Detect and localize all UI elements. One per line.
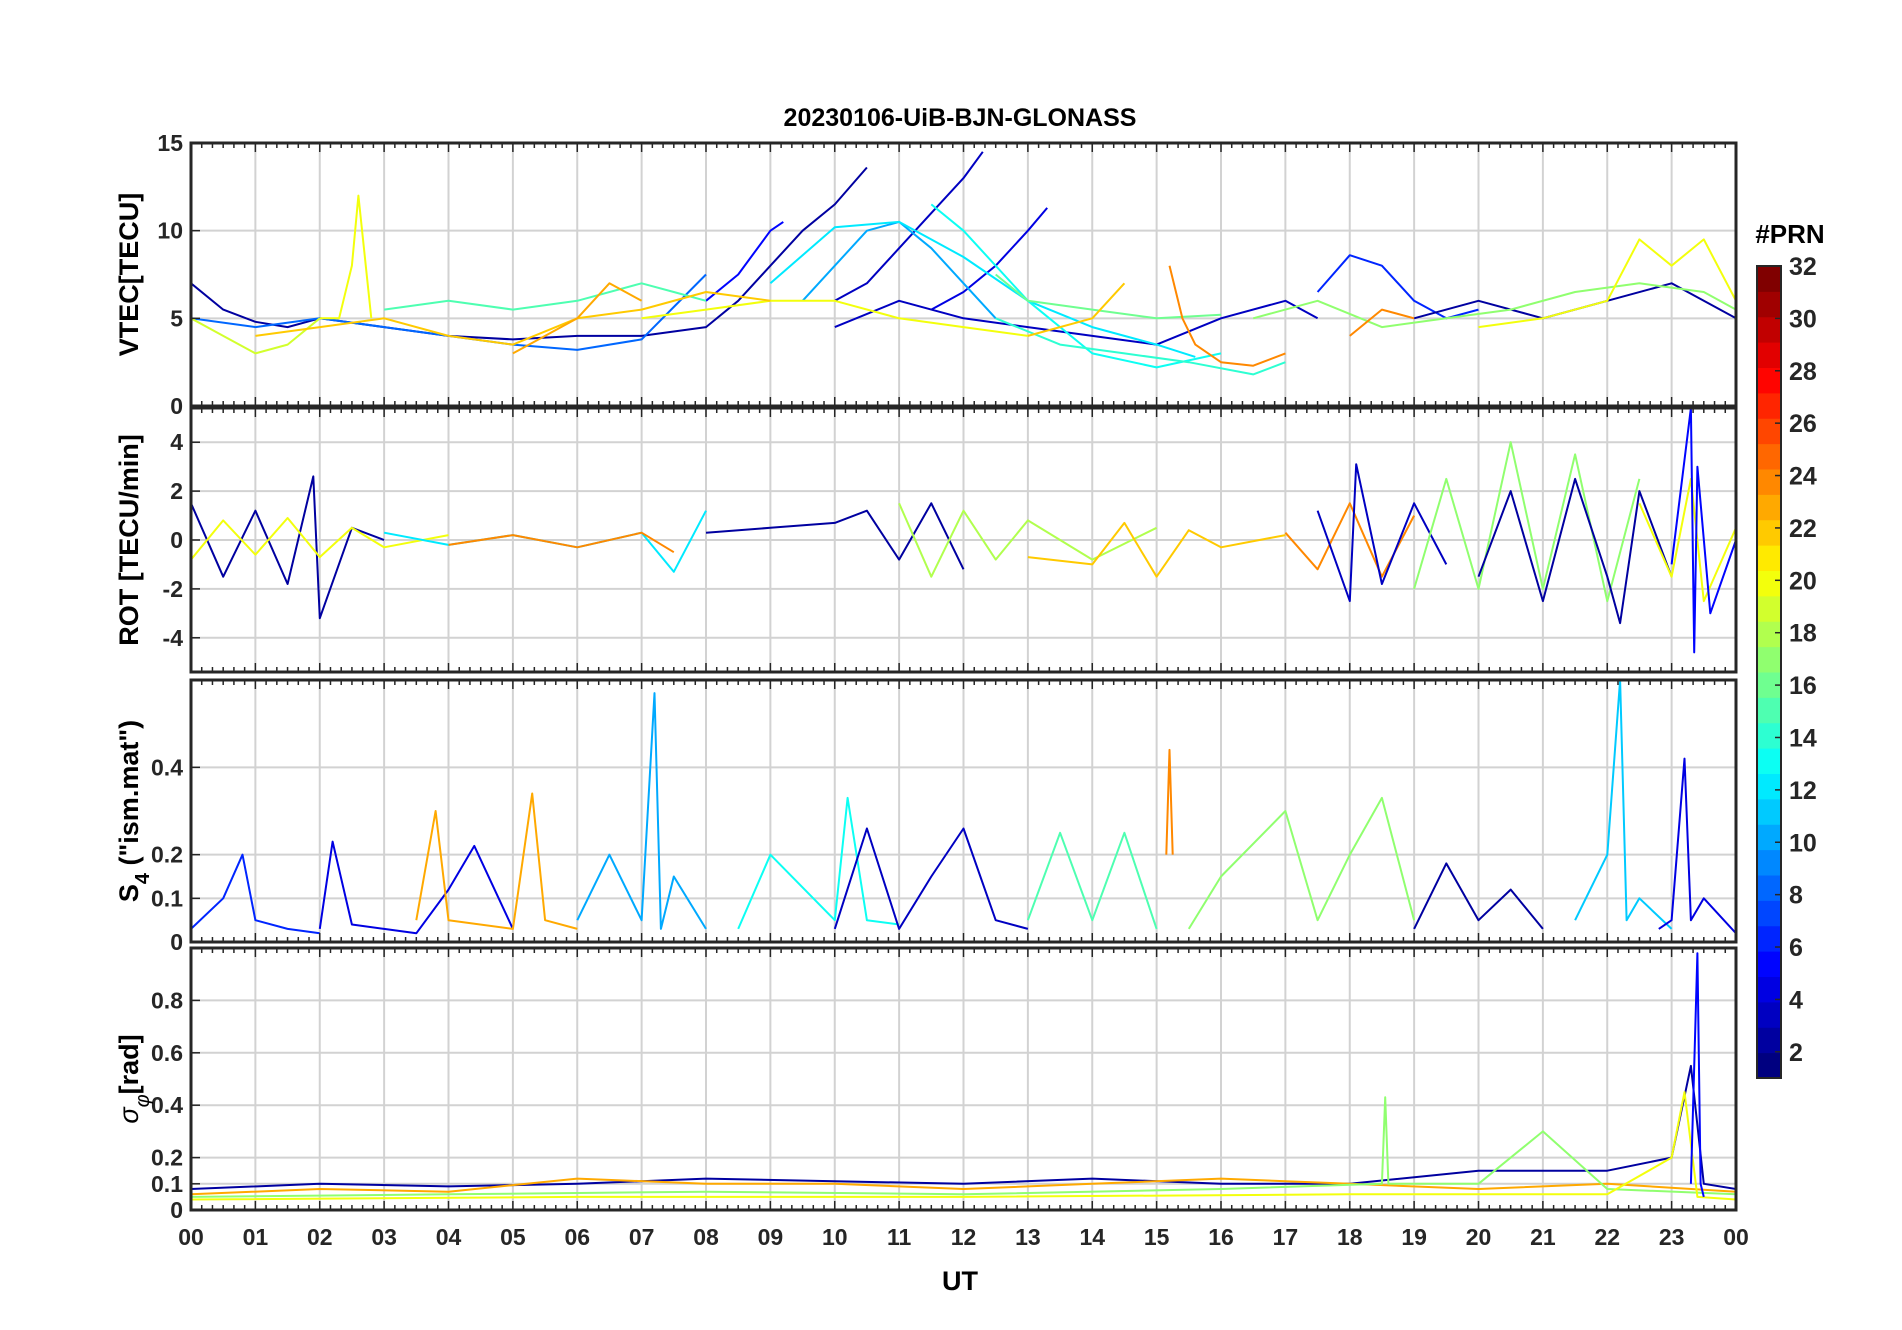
- colorbar-segment: [1757, 545, 1781, 571]
- colorbar-segment: [1757, 773, 1781, 800]
- colorbar-segment: [1757, 976, 1781, 1003]
- x-tick-label: 09: [758, 1224, 784, 1250]
- colorbar-tick-label: 6: [1789, 934, 1803, 962]
- colorbar-segment: [1757, 519, 1781, 546]
- x-tick-label: 14: [1079, 1224, 1105, 1250]
- y-tick-label: 0.2: [151, 842, 183, 868]
- colorbar-segment: [1757, 646, 1781, 673]
- x-tick-label: 12: [951, 1224, 977, 1250]
- colorbar-tick-label: 18: [1789, 620, 1817, 648]
- colorbar-segment: [1757, 722, 1781, 749]
- colorbar-segment: [1757, 570, 1781, 597]
- x-tick-label: 20: [1466, 1224, 1492, 1250]
- x-tick-label: 16: [1208, 1224, 1234, 1250]
- x-tick-label: 19: [1401, 1224, 1427, 1250]
- colorbar-segment: [1757, 951, 1781, 977]
- x-tick-label: 01: [243, 1224, 269, 1250]
- x-tick-label: 00: [178, 1224, 204, 1250]
- x-tick-label: 17: [1273, 1224, 1299, 1250]
- x-tick-label: 00: [1723, 1224, 1749, 1250]
- figure: 20230106-UiB-BJN-GLONASS 051015VTEC[TECU…: [0, 0, 1902, 1330]
- x-tick-label: 15: [1144, 1224, 1170, 1250]
- colorbar-segment: [1757, 291, 1781, 318]
- colorbar-segment: [1757, 443, 1781, 470]
- colorbar-segment: [1757, 824, 1781, 851]
- x-tick-label: 04: [436, 1224, 462, 1250]
- colorbar-tick-label: 28: [1789, 358, 1817, 386]
- colorbar-tick-label: 16: [1789, 672, 1817, 700]
- colorbar-tick-label: 2: [1789, 1039, 1803, 1067]
- colorbar-segment: [1757, 1001, 1781, 1028]
- figure-background: [0, 0, 1902, 1330]
- y-tick-label: 0.4: [151, 1092, 183, 1118]
- y-tick-label: 0: [170, 527, 183, 553]
- y-tick-label: -2: [163, 576, 183, 602]
- y-axis-label-rot: ROT [TECU/min]: [114, 434, 144, 645]
- y-tick-label: 2: [170, 478, 183, 504]
- colorbar-segment: [1757, 748, 1781, 774]
- colorbar-segment: [1757, 798, 1781, 825]
- colorbar-label: #PRN: [1755, 219, 1824, 249]
- colorbar-segment: [1757, 342, 1781, 368]
- colorbar-segment: [1757, 316, 1781, 343]
- colorbar-segment: [1757, 494, 1781, 521]
- y-tick-label: 0.2: [151, 1145, 183, 1171]
- colorbar-tick-label: 4: [1789, 986, 1803, 1014]
- colorbar-segment: [1757, 900, 1781, 927]
- colorbar-segment: [1757, 849, 1781, 876]
- colorbar-tick-label: 12: [1789, 777, 1817, 805]
- x-tick-label: 07: [629, 1224, 655, 1250]
- colorbar-segment: [1757, 621, 1781, 648]
- x-tick-label: 02: [307, 1224, 333, 1250]
- y-axis-label-vtec: VTEC[TECU]: [114, 193, 144, 357]
- colorbar-segment: [1757, 595, 1781, 622]
- y-tick-label: 5: [170, 305, 183, 331]
- chart-title: 20230106-UiB-BJN-GLONASS: [784, 104, 1137, 132]
- x-axis-label: UT: [942, 1266, 978, 1296]
- x-tick-label: 23: [1659, 1224, 1685, 1250]
- y-tick-label: 15: [157, 130, 183, 156]
- colorbar-segment: [1757, 697, 1781, 724]
- colorbar-tick-label: 14: [1789, 724, 1817, 752]
- x-tick-label: 05: [500, 1224, 526, 1250]
- y-tick-label: -4: [163, 625, 184, 651]
- x-tick-label: 18: [1337, 1224, 1363, 1250]
- colorbar-segment: [1757, 1052, 1781, 1079]
- y-tick-label: 4: [170, 429, 183, 455]
- colorbar-segment: [1757, 392, 1781, 419]
- colorbar-tick-label: 22: [1789, 515, 1817, 543]
- colorbar-tick-label: 26: [1789, 410, 1817, 438]
- x-tick-label: 21: [1530, 1224, 1556, 1250]
- x-tick-label: 06: [564, 1224, 590, 1250]
- y-tick-label: 0.8: [151, 987, 183, 1013]
- x-tick-label: 03: [371, 1224, 397, 1250]
- x-tick-label: 22: [1594, 1224, 1620, 1250]
- x-tick-label: 11: [887, 1224, 912, 1250]
- colorbar-tick-label: 30: [1789, 305, 1817, 333]
- y-tick-label: 0: [170, 393, 183, 419]
- colorbar-segment: [1757, 875, 1781, 901]
- colorbar-segment: [1757, 469, 1781, 495]
- y-tick-label: 0.1: [151, 1171, 183, 1197]
- y-tick-label: 10: [157, 218, 183, 244]
- x-tick-label: 08: [693, 1224, 719, 1250]
- colorbar-segment: [1757, 418, 1781, 445]
- y-tick-label: 0: [170, 1197, 183, 1223]
- y-tick-label: 0.4: [151, 754, 183, 780]
- colorbar-tick-label: 32: [1789, 253, 1817, 281]
- y-tick-label: 0: [170, 929, 183, 955]
- colorbar-tick-label: 8: [1789, 882, 1803, 910]
- colorbar-tick-label: 20: [1789, 567, 1817, 595]
- colorbar-tick-label: 24: [1789, 463, 1817, 491]
- colorbar-segment: [1757, 266, 1781, 292]
- x-tick-label: 10: [822, 1224, 848, 1250]
- colorbar-segment: [1757, 1027, 1781, 1054]
- y-tick-label: 0.1: [151, 885, 183, 911]
- y-tick-label: 0.6: [151, 1040, 183, 1066]
- colorbar-tick-label: 10: [1789, 829, 1817, 857]
- x-tick-label: 13: [1015, 1224, 1041, 1250]
